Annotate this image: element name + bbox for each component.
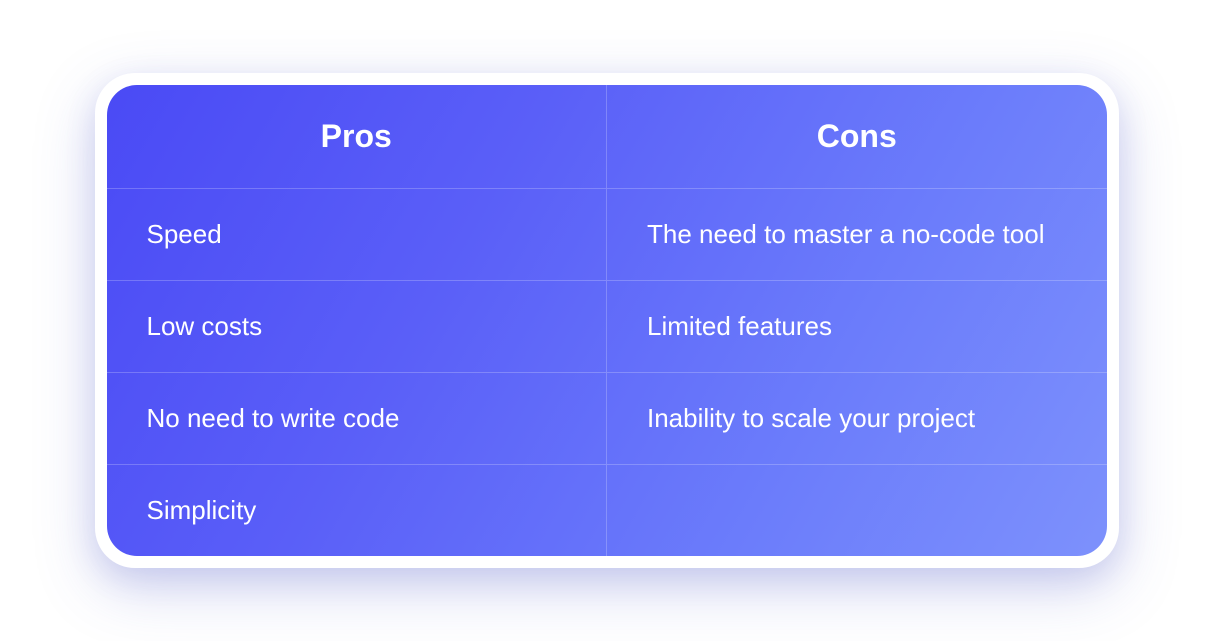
table-row: Simplicity — [107, 465, 1107, 556]
header-cons: Cons — [607, 85, 1107, 188]
pros-cons-table: Pros Cons Speed The need to master a no-… — [107, 85, 1107, 557]
cons-cell: Limited features — [607, 281, 1107, 372]
pros-cell: Low costs — [107, 281, 608, 372]
header-pros: Pros — [107, 85, 608, 188]
pros-cell: No need to write code — [107, 373, 608, 464]
pros-cell: Speed — [107, 189, 608, 280]
pros-cell: Simplicity — [107, 465, 608, 556]
pros-cons-table-card: Pros Cons Speed The need to master a no-… — [95, 73, 1119, 569]
table-row: Low costs Limited features — [107, 281, 1107, 373]
table-header-row: Pros Cons — [107, 85, 1107, 189]
table-row: No need to write code Inability to scale… — [107, 373, 1107, 465]
cons-cell — [607, 465, 1107, 556]
cons-cell: Inability to scale your project — [607, 373, 1107, 464]
cons-cell: The need to master a no-code tool — [607, 189, 1107, 280]
table-row: Speed The need to master a no-code tool — [107, 189, 1107, 281]
